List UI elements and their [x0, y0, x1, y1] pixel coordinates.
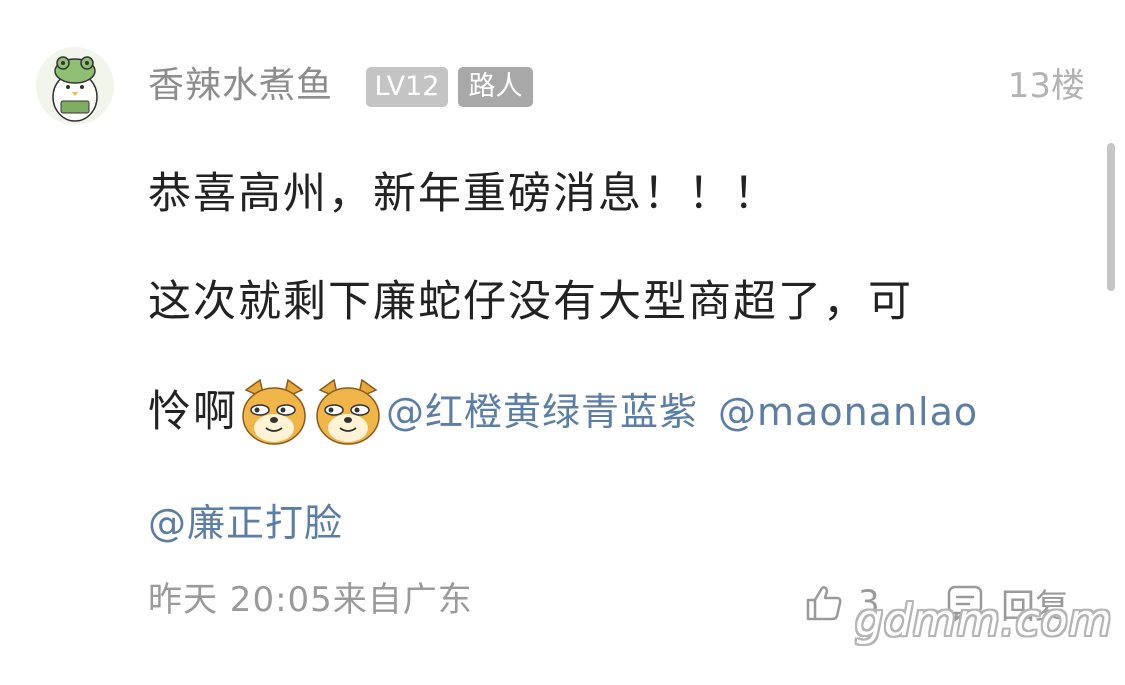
level-badge: LV12 — [366, 67, 448, 107]
floor-number: 13楼 — [1007, 66, 1085, 106]
post-time-location: 昨天 20:05来自广东 — [148, 580, 473, 620]
mention-link[interactable]: @廉正打脸 — [148, 501, 343, 545]
role-badge: 路人 — [458, 67, 533, 107]
doge-emoji-icon — [238, 376, 310, 448]
mention-link[interactable]: @红橙黄绿青蓝紫 — [386, 378, 698, 446]
content-line-with-mentions: 怜啊 @红橙黄绿青蓝紫 @maonanlao — [148, 376, 1068, 448]
user-avatar[interactable] — [36, 47, 114, 125]
post-content: 恭喜高州，新年重磅消息！！！ 这次就剩下廉蛇仔没有大型商超了，可 怜啊 @红橙黄… — [148, 160, 1068, 557]
scrollbar[interactable] — [1107, 143, 1115, 291]
thumbs-up-icon — [806, 586, 842, 621]
chick-avatar-icon — [52, 56, 98, 122]
username[interactable]: 香辣水煮鱼 — [148, 64, 333, 108]
watermark: gdmm.com — [855, 595, 1113, 646]
content-line: 这次就剩下廉蛇仔没有大型商超了，可 — [148, 277, 913, 327]
content-line: 恭喜高州，新年重磅消息！！！ — [148, 169, 778, 219]
doge-emoji-icon — [312, 376, 384, 448]
mention-link[interactable]: @maonanlao — [718, 378, 978, 446]
content-text: 怜啊 — [148, 387, 238, 437]
